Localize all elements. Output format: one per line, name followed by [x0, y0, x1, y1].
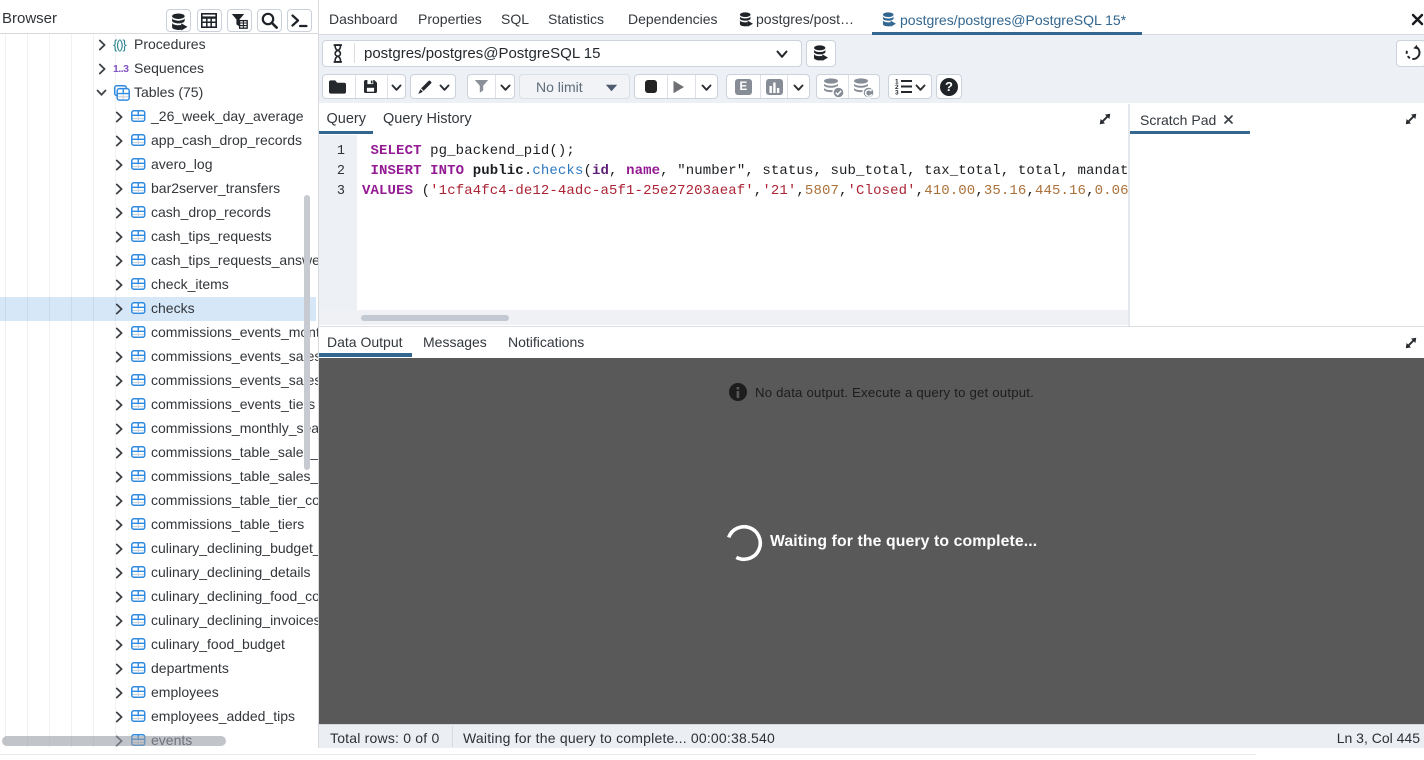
- svg-text:3: 3: [895, 90, 899, 96]
